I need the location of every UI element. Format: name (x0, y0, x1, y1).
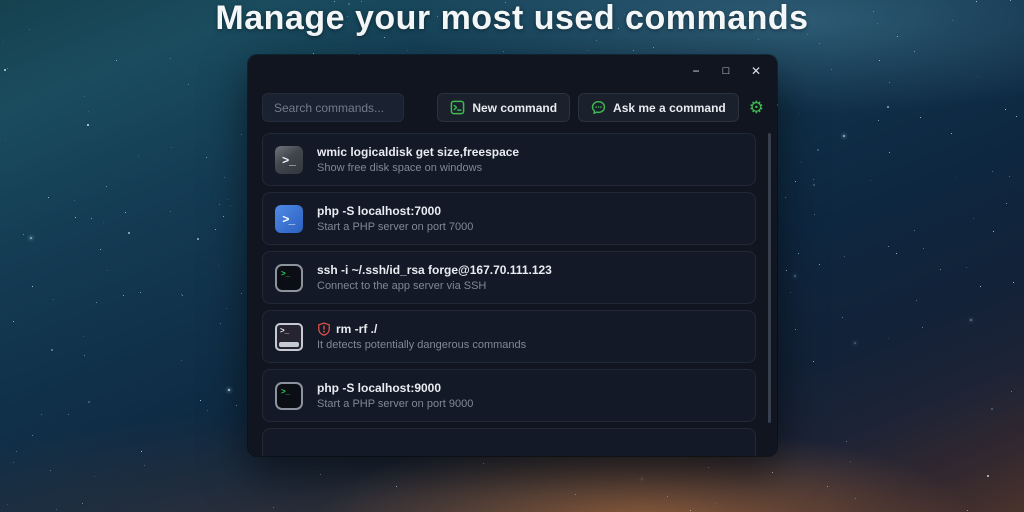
command-title: php -S localhost:9000 (317, 381, 442, 395)
command-title: php -S localhost:7000 (317, 204, 442, 218)
page-title: Manage your most used commands (215, 0, 809, 37)
powershell-icon: >_ (275, 204, 303, 233)
command-subtitle: Start a PHP server on port 9000 (317, 398, 474, 410)
new-command-label: New command (472, 100, 558, 115)
light-terminal-icon: >_ (275, 322, 303, 351)
command-row-ssh[interactable]: >_ ssh -i ~/.ssh/id_rsa forge@167.70.111… (262, 251, 756, 304)
command-text: ssh -i ~/.ssh/id_rsa forge@167.70.111.12… (317, 263, 552, 292)
command-row-partial[interactable] (262, 428, 756, 456)
ask-command-label: Ask me a command (613, 100, 726, 115)
command-subtitle: It detects potentially dangerous command… (317, 339, 527, 351)
settings-gear-icon[interactable]: ⚙ (749, 99, 764, 116)
search-input[interactable] (262, 93, 404, 122)
command-subtitle: Start a PHP server on port 7000 (317, 221, 474, 233)
minimize-button[interactable]: − (681, 59, 711, 83)
terminal-icon (451, 100, 465, 115)
danger-shield-icon (318, 322, 330, 336)
command-row-rm-rf[interactable]: >_ rm -rf ./ It detects potentially dang… (262, 310, 756, 363)
new-command-button[interactable]: New command (437, 93, 571, 122)
command-text: wmic logicaldisk get size,freespace Show… (317, 145, 519, 174)
ask-command-button[interactable]: Ask me a command (578, 93, 739, 122)
chat-bubble-icon (591, 100, 606, 115)
command-text: rm -rf ./ It detects potentially dangero… (317, 322, 526, 351)
window-titlebar: − □ ✕ (681, 59, 771, 83)
command-list: >_ wmic logicaldisk get size,freespace S… (262, 133, 756, 456)
command-subtitle: Show free disk space on windows (317, 162, 483, 174)
command-text: php -S localhost:9000 Start a PHP server… (317, 381, 473, 410)
close-button[interactable]: ✕ (741, 59, 771, 83)
command-row-php-7000[interactable]: >_ php -S localhost:7000 Start a PHP ser… (262, 192, 756, 245)
command-title: ssh -i ~/.ssh/id_rsa forge@167.70.111.12… (317, 263, 552, 277)
toolbar: New command Ask me a command ⚙ (262, 93, 764, 122)
command-row-wmic[interactable]: >_ wmic logicaldisk get size,freespace S… (262, 133, 756, 186)
maximize-button[interactable]: □ (711, 59, 741, 83)
list-scrollbar[interactable] (768, 133, 771, 423)
command-title: rm -rf ./ (317, 322, 526, 336)
command-title-text: rm -rf ./ (336, 322, 378, 336)
command-subtitle: Connect to the app server via SSH (317, 280, 487, 292)
command-manager-window: − □ ✕ New command Ask me a command ⚙ (248, 55, 777, 456)
command-title: wmic logicaldisk get size,freespace (317, 145, 520, 159)
command-text: php -S localhost:7000 Start a PHP server… (317, 204, 473, 233)
dark-terminal-icon: >_ (275, 381, 303, 410)
cmd-terminal-icon: >_ (275, 145, 303, 174)
dark-terminal-icon: >_ (275, 263, 303, 292)
command-row-php-9000[interactable]: >_ php -S localhost:9000 Start a PHP ser… (262, 369, 756, 422)
